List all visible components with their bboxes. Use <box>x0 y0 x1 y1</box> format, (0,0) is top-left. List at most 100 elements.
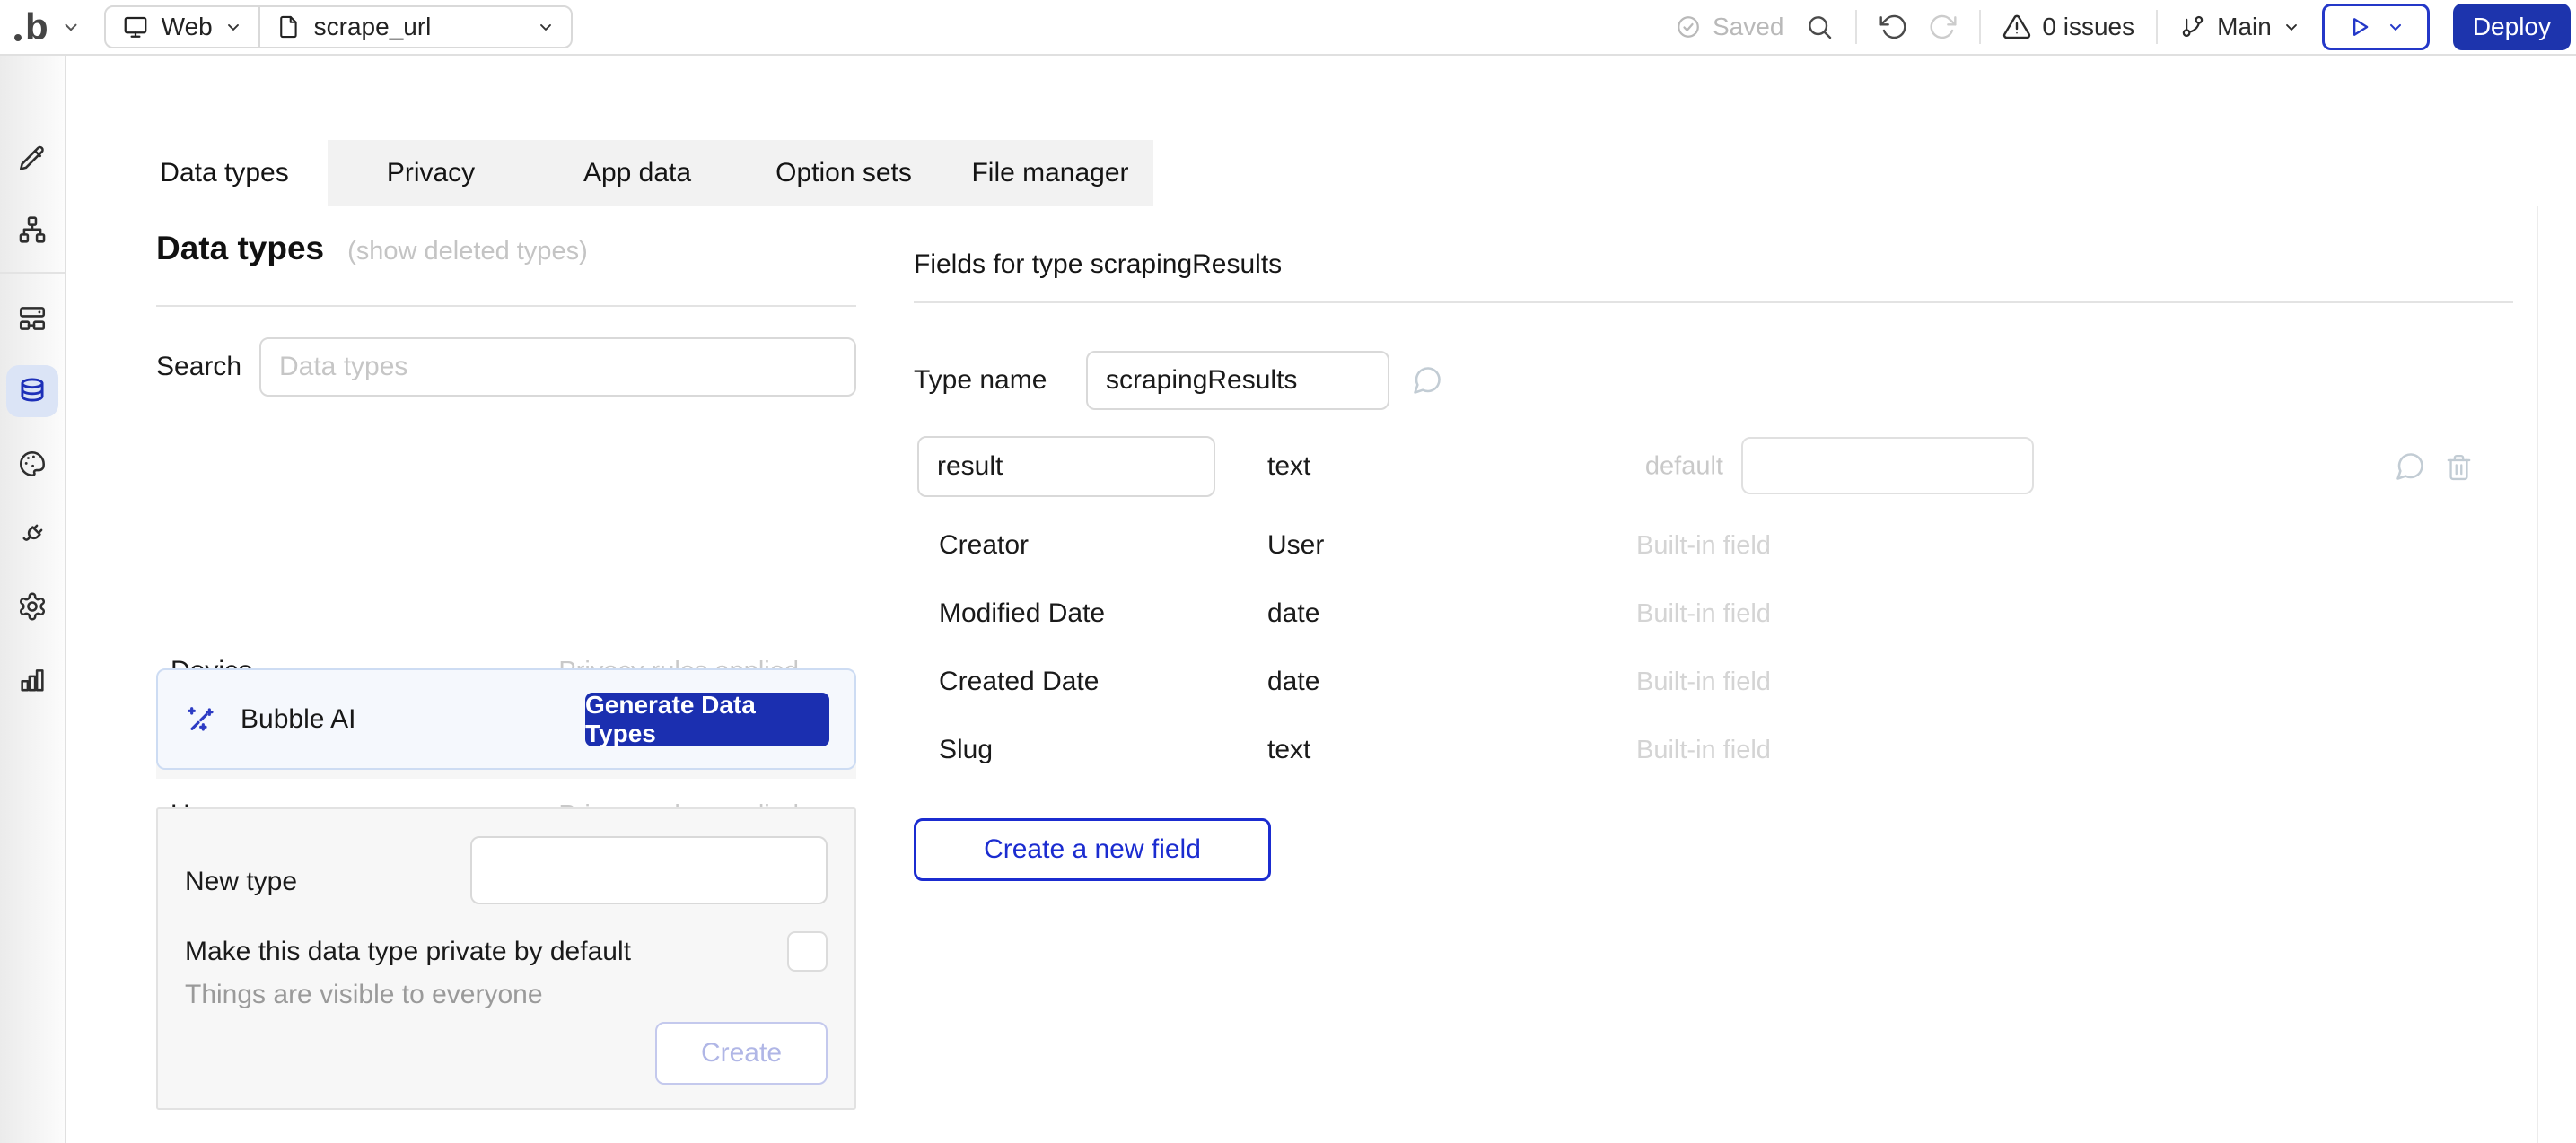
chevron-down-icon <box>537 18 555 36</box>
builtin-field-note: Built-in field <box>1636 531 1771 561</box>
new-type-input[interactable] <box>470 836 828 904</box>
field-comment-button[interactable] <box>2394 450 2426 483</box>
field-editor-row: text default <box>914 434 2513 499</box>
private-by-default-checkbox[interactable] <box>787 931 828 972</box>
sidebar-item-settings[interactable] <box>17 591 48 622</box>
tab-label: Data types <box>160 158 288 188</box>
git-branch-icon <box>2179 13 2206 40</box>
field-row-actions <box>2394 450 2474 483</box>
toolbar-divider <box>1855 10 1857 44</box>
search-row: Search <box>156 337 856 397</box>
play-icon <box>2347 14 2372 39</box>
toolbar-divider <box>2156 10 2158 44</box>
magic-wand-icon <box>183 702 219 737</box>
tab-data-types[interactable]: Data types <box>121 140 328 206</box>
show-deleted-types-link[interactable]: (show deleted types) <box>347 237 588 266</box>
mode-select[interactable]: Web <box>106 7 258 47</box>
data-types-heading: Data types (show deleted types) <box>156 230 856 267</box>
sidebar-item-design[interactable] <box>17 144 48 174</box>
tab-file-manager[interactable]: File manager <box>947 140 1153 206</box>
sidebar-item-logs[interactable] <box>17 664 48 694</box>
page-select[interactable]: scrape_url <box>258 7 571 47</box>
generate-data-types-button[interactable]: Generate Data Types <box>585 693 829 746</box>
type-name-row: Type name <box>914 350 1443 411</box>
tab-label: Option sets <box>775 158 912 188</box>
deploy-button[interactable]: Deploy <box>2453 4 2571 50</box>
tab-app-data[interactable]: App data <box>534 140 740 206</box>
builtin-field-row: Creator User Built-in field <box>914 511 2513 580</box>
toolbar-divider <box>1979 10 1981 44</box>
chevron-down-icon <box>2387 18 2405 36</box>
create-new-field-button[interactable]: Create a new field <box>914 818 1271 881</box>
plug-icon <box>17 519 48 550</box>
type-name-input[interactable] <box>1086 351 1389 410</box>
builtin-field-row: Modified Date date Built-in field <box>914 580 2513 648</box>
tab-label: App data <box>583 158 691 188</box>
new-type-label: New type <box>185 867 297 897</box>
server-icon <box>17 303 48 334</box>
issues-indicator[interactable]: 0 issues <box>2002 13 2134 41</box>
chevron-down-icon <box>61 17 81 37</box>
field-delete-button[interactable] <box>2444 452 2474 482</box>
button-label: Generate Data Types <box>585 691 829 748</box>
sidebar-item-backend[interactable] <box>17 303 48 334</box>
sidebar-item-workflow[interactable] <box>17 214 48 245</box>
trash-icon <box>2444 452 2474 482</box>
button-label: Create a new field <box>984 834 1201 865</box>
field-default-label: default <box>1533 452 1723 482</box>
undo-button[interactable] <box>1879 13 1907 41</box>
button-label: Create <box>701 1038 782 1069</box>
gear-icon <box>17 591 48 622</box>
builtin-field-note: Built-in field <box>1636 736 1771 765</box>
bubble-ai-card: Bubble AI Generate Data Types <box>156 668 856 770</box>
logo-menu-button[interactable] <box>61 17 81 37</box>
builtin-field-note: Built-in field <box>1636 599 1771 629</box>
bubble-ai-label: Bubble AI <box>241 704 355 735</box>
fields-panel-title: Fields for type scrapingResults <box>914 249 1282 280</box>
tab-privacy[interactable]: Privacy <box>328 140 534 206</box>
sidebar-item-data[interactable] <box>6 365 58 417</box>
redo-button[interactable] <box>1929 13 1958 41</box>
toolbar-right: Saved 0 issues Main Deploy <box>1675 4 2571 50</box>
bar-chart-icon <box>17 664 48 694</box>
branch-select[interactable]: Main <box>2179 13 2300 41</box>
save-status: Saved <box>1675 13 1783 41</box>
field-name-input[interactable] <box>917 436 1215 497</box>
tab-label: Privacy <box>387 158 475 188</box>
toolbar-left: b Web scrape_url <box>14 5 573 48</box>
type-name-label: Type name <box>914 365 1086 396</box>
sidebar-item-styles[interactable] <box>17 449 48 479</box>
builtin-field-row: Slug text Built-in field <box>914 716 2513 784</box>
deploy-label: Deploy <box>2473 13 2551 41</box>
field-name: Modified Date <box>914 598 1267 629</box>
divider <box>156 305 856 307</box>
private-by-default-label: Make this data type private by default <box>185 937 631 967</box>
field-type: text <box>1267 735 1636 765</box>
builtin-field-note: Built-in field <box>1636 667 1771 697</box>
top-toolbar: b Web scrape_url Saved <box>0 0 2576 56</box>
preview-button[interactable] <box>2322 4 2430 50</box>
sidebar-divider <box>0 272 65 274</box>
field-type-value: text <box>1267 451 1310 482</box>
content-panel-border <box>2537 206 2538 1143</box>
panel-title: Data types <box>156 230 324 267</box>
create-type-button[interactable]: Create <box>655 1022 828 1085</box>
search-button[interactable] <box>1805 13 1834 41</box>
search-input[interactable] <box>259 337 856 397</box>
search-icon <box>1805 13 1834 41</box>
builtin-field-row: Created Date date Built-in field <box>914 648 2513 716</box>
data-section-tabs: Data types Privacy App data Option sets … <box>121 140 1153 206</box>
chevron-down-icon <box>224 18 242 36</box>
field-type: date <box>1267 598 1636 629</box>
mode-select-value: Web <box>162 13 213 41</box>
field-type: User <box>1267 530 1636 561</box>
field-name: Created Date <box>914 667 1267 697</box>
database-icon <box>16 375 48 407</box>
undo-icon <box>1879 13 1907 41</box>
tab-option-sets[interactable]: Option sets <box>740 140 947 206</box>
comment-button[interactable] <box>1411 364 1443 397</box>
redo-icon <box>1929 13 1958 41</box>
palette-icon <box>17 449 48 479</box>
sidebar-item-plugins[interactable] <box>17 519 48 550</box>
field-default-input[interactable] <box>1741 437 2034 494</box>
